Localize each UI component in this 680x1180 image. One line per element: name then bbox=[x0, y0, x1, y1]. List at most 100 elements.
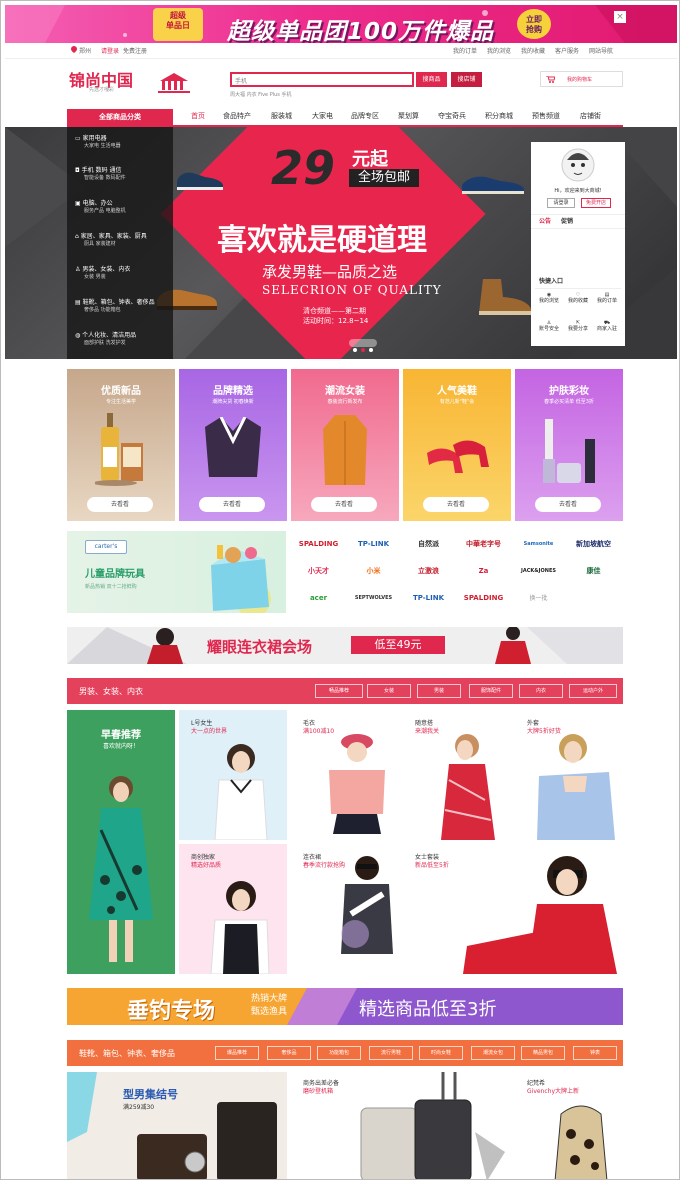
brand-logo[interactable]: 小天才 bbox=[291, 558, 346, 585]
tab-promo[interactable]: 促销 bbox=[561, 218, 573, 225]
customer-service-link[interactable]: 客户服务 bbox=[555, 46, 579, 55]
cell-outerwear[interactable]: 外套 大牌5折好货 bbox=[515, 710, 623, 840]
kids-toys-banner[interactable]: carter's 儿童品牌玩具 新品热销 双十二抢鲜购 bbox=[67, 531, 286, 613]
card-brand-selection[interactable]: 品牌精选 潮牌尖货 初春焕新 去看看 bbox=[179, 369, 287, 521]
tab-women-bags[interactable]: 潮流女包 bbox=[471, 1046, 515, 1060]
card-button[interactable]: 去看看 bbox=[535, 497, 601, 512]
card-skincare[interactable]: 护肤彩妆 春季必买清单 低至3折 去看看 bbox=[515, 369, 623, 521]
quick-history[interactable]: ◉ 我的浏览 bbox=[535, 292, 563, 304]
cell-casual[interactable]: 随意搭 来潮我关 bbox=[403, 710, 511, 840]
cell-dress[interactable]: 连衣裙 春季流行款抢购 bbox=[291, 844, 399, 974]
category-item[interactable]: ▣ 电脑、办公 服务产品 电脑整机 bbox=[75, 200, 126, 215]
avatar[interactable] bbox=[561, 148, 595, 182]
tab-accessories[interactable]: 服饰配件 bbox=[469, 684, 513, 698]
quick-security[interactable]: ♙ 账号安全 bbox=[535, 320, 563, 332]
carousel-dots[interactable] bbox=[113, 964, 131, 968]
carousel-dots[interactable] bbox=[349, 339, 377, 352]
feature-early-spring[interactable]: 早春推荐 喜欢就内呀！ bbox=[67, 710, 175, 974]
close-icon[interactable]: × bbox=[614, 11, 626, 23]
cell-women-suits[interactable]: 女士套装 新品低至5折 bbox=[403, 844, 623, 974]
card-new-products[interactable]: 优质新品 专注生活美学 去看看 bbox=[67, 369, 175, 521]
my-favorites-link[interactable]: 我的收藏 bbox=[521, 46, 545, 55]
nav-item-food[interactable]: 食品特产 bbox=[223, 111, 251, 121]
nav-item-shops[interactable]: 店铺街 bbox=[580, 111, 601, 121]
quick-favorites[interactable]: ♡ 我的收藏 bbox=[564, 292, 592, 304]
dress-banner[interactable]: 耀眼连衣裙会场 低至49元 bbox=[67, 627, 623, 664]
brand-logo[interactable]: acer bbox=[291, 585, 346, 612]
nav-item-treasure[interactable]: 夺宝奇兵 bbox=[438, 111, 466, 121]
card-popular-shoes[interactable]: 人气美鞋 有范儿新"鞋"会 去看看 bbox=[403, 369, 511, 521]
nav-item-juhuasuan[interactable]: 聚划算 bbox=[398, 111, 419, 121]
brand-logo[interactable]: TP-LINK bbox=[346, 531, 401, 558]
login-link[interactable]: 请登录 bbox=[101, 46, 119, 55]
tab-luxury[interactable]: 奢侈品 bbox=[267, 1046, 311, 1060]
feature-men-collection[interactable]: 型男集结号 满259减30 bbox=[67, 1072, 287, 1179]
card-button[interactable]: 去看看 bbox=[199, 497, 265, 512]
brand-logo[interactable]: 中華老字号 bbox=[456, 531, 511, 558]
card-trendy-women[interactable]: 潮流女装 春装流行新发布 去看看 bbox=[291, 369, 399, 521]
tab-notice[interactable]: 公告 bbox=[539, 218, 551, 225]
register-link[interactable]: 免费注册 bbox=[123, 46, 147, 55]
quick-orders[interactable]: ▤ 我的订单 bbox=[593, 292, 621, 304]
hot-keywords[interactable]: 周大福 内衣 Five Plus 手机 bbox=[230, 91, 291, 98]
cell-givenchy[interactable]: 纪梵希 Givenchy大牌上新 bbox=[515, 1072, 623, 1179]
quick-share[interactable]: ⇱ 我要分享 bbox=[564, 320, 592, 332]
tab-sports[interactable]: 运动户外 bbox=[569, 684, 617, 698]
tab-men-bags[interactable]: 精品男包 bbox=[521, 1046, 565, 1060]
card-button[interactable]: 去看看 bbox=[423, 497, 489, 512]
cell-sweater[interactable]: 毛衣 满100减10 bbox=[291, 710, 399, 840]
search-shop-button[interactable]: 搜店铺 bbox=[451, 72, 482, 87]
brand-logo[interactable]: 康佳 bbox=[566, 558, 621, 585]
site-nav-link[interactable]: 网站导航 bbox=[589, 46, 613, 55]
quick-merchant[interactable]: ⛟ 商家入驻 bbox=[593, 320, 621, 332]
category-item[interactable]: ♙ 男装、女装、内衣 女装 男装 bbox=[75, 266, 130, 281]
top-promo-banner[interactable]: 超级 单品日 超级单品团100万件爆品 立即 抢购 × bbox=[5, 5, 677, 43]
tab-women-shoes[interactable]: 时尚女鞋 bbox=[419, 1046, 463, 1060]
nav-item-home[interactable]: 首页 bbox=[191, 111, 205, 121]
category-item[interactable]: ⌂ 家居、家具、家装、厨具 厨具 家装建材 bbox=[75, 233, 147, 248]
my-history-link[interactable]: 我的浏览 bbox=[487, 46, 511, 55]
refresh-brands-button[interactable]: 换一批 bbox=[511, 585, 566, 612]
hero-banner[interactable]: 29 元起 全场包邮 喜欢就是硬道理 承发男鞋—品质之选 SELECRION O… bbox=[5, 127, 677, 359]
all-categories-button[interactable]: 全部商品分类 bbox=[67, 109, 173, 126]
card-button[interactable]: 去看看 bbox=[87, 497, 153, 512]
nav-item-clothing[interactable]: 服装城 bbox=[271, 111, 292, 121]
tab-men-shoes[interactable]: 流行男鞋 bbox=[369, 1046, 413, 1060]
tab-hot[interactable]: 爆品推荐 bbox=[215, 1046, 259, 1060]
nav-item-presale[interactable]: 预售频道 bbox=[532, 111, 560, 121]
location-label[interactable]: 郑州 bbox=[79, 46, 91, 55]
brand-logo[interactable]: Za bbox=[456, 558, 511, 585]
tab-watches[interactable]: 钟表 bbox=[573, 1046, 617, 1060]
card-button[interactable]: 去看看 bbox=[311, 497, 377, 512]
brand-logo[interactable]: SEPTWOLVES bbox=[346, 585, 401, 612]
brand-logo[interactable]: SPALDING bbox=[291, 531, 346, 558]
cart-button[interactable]: 我的购物车 bbox=[540, 71, 623, 87]
category-item[interactable]: ▤ 鞋靴、箱包、钟表、奢侈品 奢侈品 功能箱包 bbox=[75, 299, 155, 314]
brand-logo[interactable]: SPALDING bbox=[456, 585, 511, 612]
cell-exclusive[interactable]: 商创独家 精选好品质 bbox=[179, 844, 287, 974]
user-login-button[interactable]: 请登录 bbox=[547, 198, 575, 208]
brand-logo[interactable]: 小米 bbox=[346, 558, 401, 585]
brand-logo[interactable]: Samsonite bbox=[511, 531, 566, 558]
brand-logo[interactable]: TP-LINK bbox=[401, 585, 456, 612]
tab-recommended[interactable]: 畅品推荐 bbox=[315, 684, 363, 698]
category-item[interactable]: ▭ 家用电器 大家电 生活电器 bbox=[75, 135, 121, 150]
nav-item-appliance[interactable]: 大家电 bbox=[312, 111, 333, 121]
my-orders-link[interactable]: 我的订单 bbox=[453, 46, 477, 55]
tab-underwear[interactable]: 内衣 bbox=[519, 684, 563, 698]
nav-item-brand[interactable]: 品牌专区 bbox=[351, 111, 379, 121]
nav-item-points[interactable]: 积分商城 bbox=[485, 111, 513, 121]
brand-logo[interactable]: 自然派 bbox=[401, 531, 456, 558]
category-item[interactable]: ◘ 手机 数码 通信 智能设备 数码配件 bbox=[75, 167, 126, 182]
search-input[interactable]: 手机 bbox=[230, 72, 414, 87]
brand-logo[interactable]: 立激浪 bbox=[401, 558, 456, 585]
tab-men[interactable]: 男装 bbox=[417, 684, 461, 698]
cell-luggage[interactable]: 商务出差必备 磨砂登机箱 bbox=[291, 1072, 511, 1179]
cell-large-size[interactable]: L号女生 大一点的世界 bbox=[179, 710, 287, 840]
brand-logo[interactable]: JACK&JONES bbox=[511, 558, 566, 585]
tab-women[interactable]: 女装 bbox=[367, 684, 411, 698]
promo-buy-button[interactable]: 立即 抢购 bbox=[517, 9, 551, 39]
fishing-banner[interactable]: 垂钓专场 热销大牌 甄选渔具 精选商品低至3折 bbox=[67, 988, 623, 1025]
search-goods-button[interactable]: 搜商品 bbox=[416, 72, 447, 87]
category-item[interactable]: ◍ 个人化妆、清洁用品 面部护肤 洗发护发 bbox=[75, 332, 136, 347]
